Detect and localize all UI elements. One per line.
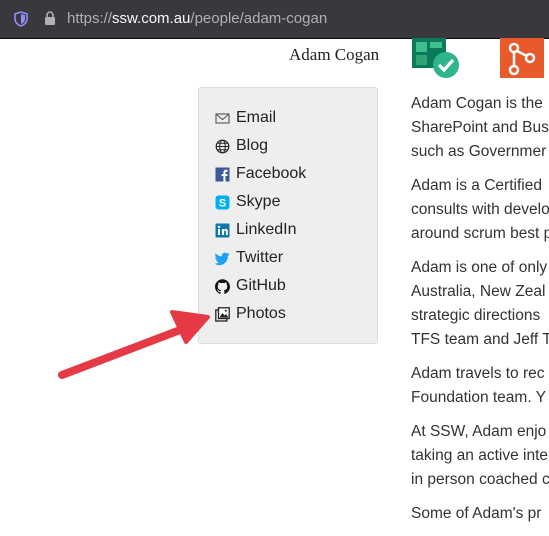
bio-line: At SSW, Adam enjo xyxy=(411,423,547,440)
bio-line: consults with develo xyxy=(411,201,549,218)
skype-link[interactable]: S Skype xyxy=(215,191,280,213)
git-app-icon[interactable] xyxy=(498,38,544,78)
bio-paragraph-1: Adam Cogan is the SharePoint and Bus suc… xyxy=(411,92,549,164)
url-text[interactable]: https://ssw.com.au/people/adam-cogan xyxy=(67,10,327,27)
facebook-icon xyxy=(215,167,230,182)
planner-app-icon[interactable] xyxy=(410,38,462,78)
url-host: ssw.com.au xyxy=(112,10,191,27)
photos-link[interactable]: Photos xyxy=(215,303,286,325)
skype-icon: S xyxy=(215,195,230,210)
bio-line: Adam Cogan is the xyxy=(411,95,543,112)
github-icon xyxy=(215,278,230,294)
photos-icon xyxy=(215,306,230,322)
bio-line: in person coached c xyxy=(411,471,549,488)
browser-address-bar[interactable]: https://ssw.com.au/people/adam-cogan xyxy=(0,0,549,39)
photos-link-label: Photos xyxy=(236,305,286,322)
bio-line: TFS team and Jeff T xyxy=(411,331,549,348)
email-link-label: Email xyxy=(236,109,277,126)
blog-link[interactable]: Blog xyxy=(215,135,268,157)
email-link[interactable]: Email xyxy=(215,107,276,129)
bio-paragraph-5: At SSW, Adam enjo taking an active inte … xyxy=(411,420,549,492)
bio-line: Australia, New Zeal xyxy=(411,283,546,300)
bio-line: Adam is one of only xyxy=(411,259,548,276)
lock-icon[interactable] xyxy=(44,11,56,26)
bio-paragraph-2: Adam is a Certified consults with develo… xyxy=(411,174,549,246)
twitter-icon xyxy=(215,251,230,266)
bio-text: Adam Cogan is the SharePoint and Bus suc… xyxy=(411,92,549,536)
github-link-label: GitHub xyxy=(236,277,286,294)
bio-paragraph-6: Some of Adam's pr xyxy=(411,502,549,526)
bio-line: Adam travels to rec xyxy=(411,365,545,382)
envelope-icon xyxy=(215,111,230,126)
profile-name: Adam Cogan xyxy=(289,45,380,64)
blog-link-label: Blog xyxy=(236,137,269,154)
skype-link-label: Skype xyxy=(236,193,281,210)
bio-line: Adam is a Certified xyxy=(411,177,542,194)
github-link[interactable]: GitHub xyxy=(215,275,286,297)
bio-line: strategic directions xyxy=(411,307,541,324)
bio-line: such as Governmer xyxy=(411,143,547,160)
twitter-link-label: Twitter xyxy=(236,249,284,266)
tracking-protection-shield-icon[interactable] xyxy=(14,11,28,27)
bio-line: SharePoint and Bus xyxy=(411,119,549,136)
globe-icon xyxy=(215,139,230,154)
bio-paragraph-4: Adam travels to rec Foundation team. Y xyxy=(411,362,549,410)
social-links-panel: Email Blog Facebook S Skype LinkedIn Twi… xyxy=(198,87,378,344)
url-scheme: https:// xyxy=(67,10,113,27)
linkedin-link-label: LinkedIn xyxy=(236,221,297,238)
linkedin-link[interactable]: LinkedIn xyxy=(215,219,297,241)
bio-line: Foundation team. Y xyxy=(411,389,546,406)
bio-paragraph-3: Adam is one of only Australia, New Zeal … xyxy=(411,256,549,352)
twitter-link[interactable]: Twitter xyxy=(215,247,283,269)
bio-line: around scrum best p xyxy=(411,225,549,242)
bio-line: taking an active inte xyxy=(411,447,549,464)
facebook-link[interactable]: Facebook xyxy=(215,163,306,185)
url-path: /people/adam-cogan xyxy=(190,10,328,27)
svg-text:S: S xyxy=(219,197,226,209)
linkedin-icon xyxy=(215,223,230,238)
facebook-link-label: Facebook xyxy=(236,165,307,182)
